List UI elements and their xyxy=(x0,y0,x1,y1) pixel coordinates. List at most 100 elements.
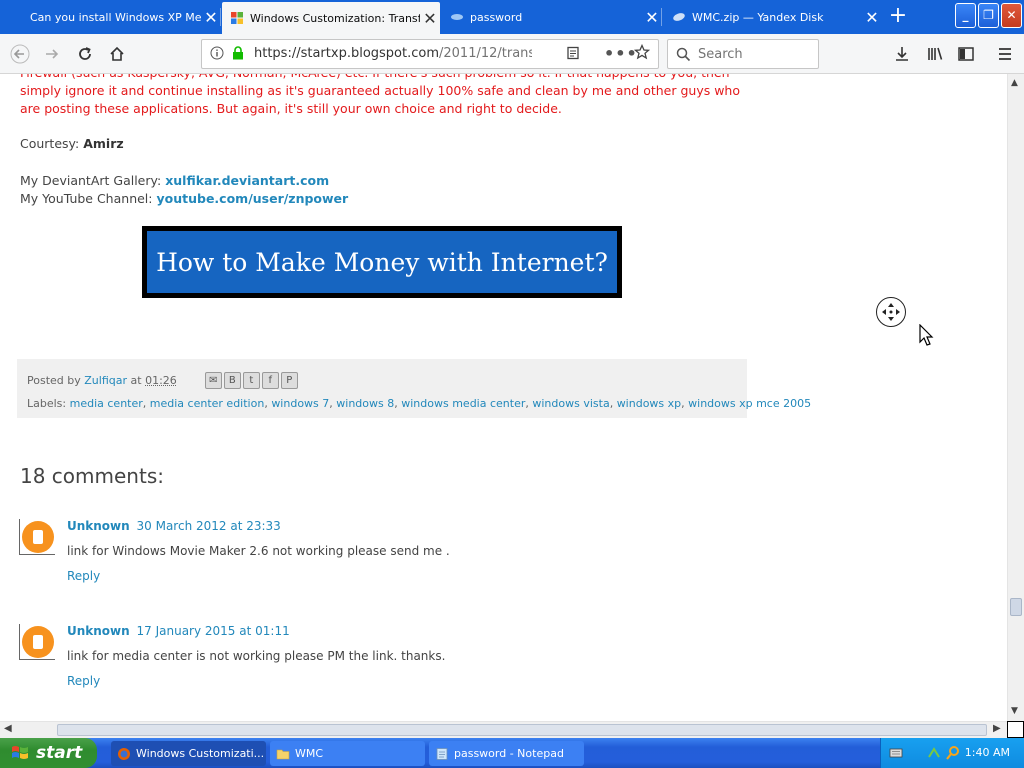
search-tray-icon[interactable] xyxy=(945,745,961,761)
scroll-up-icon[interactable]: ▲ xyxy=(1011,78,1018,88)
label-link[interactable]: windows xp xyxy=(617,397,681,410)
system-tray: 1:40 AM xyxy=(880,738,1024,768)
mouse-cursor-icon xyxy=(919,324,934,346)
taskbar-button-label: Windows Customizati... xyxy=(136,747,265,760)
label-link[interactable]: windows xp mce 2005 xyxy=(688,397,811,410)
reply-link[interactable]: Reply xyxy=(67,674,100,688)
maximize-button[interactable]: ❐ xyxy=(978,3,999,28)
back-button[interactable] xyxy=(6,40,34,68)
start-button[interactable]: start xyxy=(0,738,97,768)
taskbar-wmc-folder[interactable]: WMC xyxy=(270,741,425,766)
url-host: https://startxp.blogspot.com xyxy=(254,46,439,61)
reply-link[interactable]: Reply xyxy=(67,569,100,583)
close-icon[interactable]: ✕ xyxy=(201,8,221,27)
tab-title: Windows Customization: Transform xyxy=(250,11,420,25)
scroll-right-icon[interactable]: ▶ xyxy=(993,723,1001,734)
comment-author-link[interactable]: Unknown xyxy=(67,624,130,638)
menu-button[interactable] xyxy=(991,40,1019,68)
deviantart-link[interactable]: xulfikar.deviantart.com xyxy=(165,173,329,188)
taskbar-firefox-window[interactable]: Windows Customizati... xyxy=(111,741,266,766)
keyboard-icon[interactable] xyxy=(889,746,903,760)
network-icon[interactable] xyxy=(927,746,941,760)
label-link[interactable]: windows vista xyxy=(532,397,609,410)
label-link[interactable]: media center edition xyxy=(150,397,265,410)
padlock-icon xyxy=(233,46,243,60)
vertical-scroll-thumb[interactable] xyxy=(1010,598,1022,616)
vertical-scrollbar[interactable]: ▲ ▼ xyxy=(1007,74,1024,721)
scroll-left-icon[interactable]: ◀ xyxy=(4,723,12,734)
downloads-button[interactable] xyxy=(888,40,916,68)
label-link[interactable]: media center xyxy=(70,397,143,410)
start-label: start xyxy=(36,743,83,763)
courtesy-name: Amirz xyxy=(83,136,124,151)
comment-date-link[interactable]: 30 March 2012 at 23:33 xyxy=(137,519,281,533)
comment-date-link[interactable]: 17 January 2015 at 01:11 xyxy=(137,624,290,638)
avatar-glyph xyxy=(33,530,43,544)
close-icon[interactable]: ✕ xyxy=(862,8,882,27)
comment-item: Unknown 30 March 2012 at 23:33 link for … xyxy=(19,519,719,599)
search-box[interactable]: Search xyxy=(667,39,819,69)
forward-button[interactable] xyxy=(38,40,66,68)
close-icon[interactable]: ✕ xyxy=(420,9,440,28)
horizontal-scrollbar[interactable]: ◀ ▶ xyxy=(0,721,1007,738)
label-link[interactable]: windows 7 xyxy=(271,397,329,410)
reader-view-icon[interactable] xyxy=(566,46,580,64)
facebook-share-icon[interactable]: f xyxy=(261,372,279,389)
close-window-button[interactable]: ✕ xyxy=(1001,3,1022,28)
minimize-button[interactable]: _ xyxy=(955,3,976,28)
blogger-avatar-icon xyxy=(22,521,54,553)
tab-wmc-install[interactable]: Can you install Windows XP Media Center … xyxy=(0,2,221,32)
comment-item: Unknown 17 January 2015 at 01:11 link fo… xyxy=(19,624,719,704)
comment-header: Unknown 30 March 2012 at 23:33 xyxy=(67,519,281,533)
lock-icon[interactable] xyxy=(232,46,244,64)
home-icon xyxy=(110,46,124,61)
address-bar[interactable]: https://startxp.blogspot.com/2011/12/tra… xyxy=(201,39,659,69)
pinterest-share-icon[interactable]: P xyxy=(280,372,298,389)
label-link[interactable]: windows media center xyxy=(401,397,525,410)
library-icon xyxy=(928,47,943,60)
youtube-line: My YouTube Channel: youtube.com/user/znp… xyxy=(20,191,348,206)
info-icon[interactable] xyxy=(210,46,224,64)
post-time-link[interactable]: 01:26 xyxy=(145,374,177,387)
tab-windows-customization[interactable]: Windows Customization: Transform ✕ xyxy=(222,2,440,34)
windows-flag-icon xyxy=(12,746,28,759)
taskbar-notepad-window[interactable]: password - Notepad xyxy=(429,741,584,766)
library-button[interactable] xyxy=(921,40,949,68)
banner-text: How to Make Money with Internet? xyxy=(147,231,617,293)
notepad-icon xyxy=(436,747,448,760)
blogger-avatar-icon xyxy=(22,626,54,658)
email-share-icon[interactable]: ✉ xyxy=(204,372,222,389)
home-button[interactable] xyxy=(103,40,131,68)
horizontal-scroll-thumb[interactable] xyxy=(57,724,987,736)
bookmark-star-icon[interactable] xyxy=(633,43,651,64)
url-text[interactable]: https://startxp.blogspot.com/2011/12/tra… xyxy=(254,46,532,61)
tab-yandex-disk[interactable]: WMC.zip — Yandex Disk ✕ xyxy=(664,2,882,32)
label-link[interactable]: windows 8 xyxy=(336,397,394,410)
yandex-disk-icon xyxy=(673,13,685,21)
back-arrow-icon xyxy=(10,44,30,64)
sidebar-button[interactable] xyxy=(952,40,980,68)
avatar xyxy=(19,519,55,555)
clock[interactable]: 1:40 AM xyxy=(965,746,1010,759)
youtube-link[interactable]: youtube.com/user/znpower xyxy=(156,191,348,206)
star-icon xyxy=(633,43,651,60)
tab-strip: Can you install Windows XP Media Center … xyxy=(0,0,1024,34)
comment-author-link[interactable]: Unknown xyxy=(67,519,130,533)
new-tab-button[interactable]: + xyxy=(884,4,912,30)
twitter-share-icon[interactable]: t xyxy=(242,372,260,389)
ad-banner[interactable]: How to Make Money with Internet? xyxy=(142,226,622,298)
tab-password[interactable]: password ✕ xyxy=(442,2,662,32)
tab-title: Can you install Windows XP Media Center xyxy=(30,10,201,24)
sidebar-icon xyxy=(958,47,974,61)
reload-button[interactable] xyxy=(71,40,99,68)
gallery-line: My DeviantArt Gallery: xulfikar.devianta… xyxy=(20,173,329,188)
author-link[interactable]: Zulfiqar xyxy=(84,374,127,387)
labels-line: Labels: media center, media center editi… xyxy=(27,397,812,410)
comment-header: Unknown 17 January 2015 at 01:11 xyxy=(67,624,290,638)
page-actions-icon[interactable]: ••• xyxy=(604,44,638,63)
blogger-share-icon[interactable]: B xyxy=(223,372,241,389)
close-icon[interactable]: ✕ xyxy=(642,8,662,27)
tab-title: password xyxy=(470,10,523,24)
taskbar-button-label: WMC xyxy=(295,747,324,760)
scroll-down-icon[interactable]: ▼ xyxy=(1011,706,1018,716)
